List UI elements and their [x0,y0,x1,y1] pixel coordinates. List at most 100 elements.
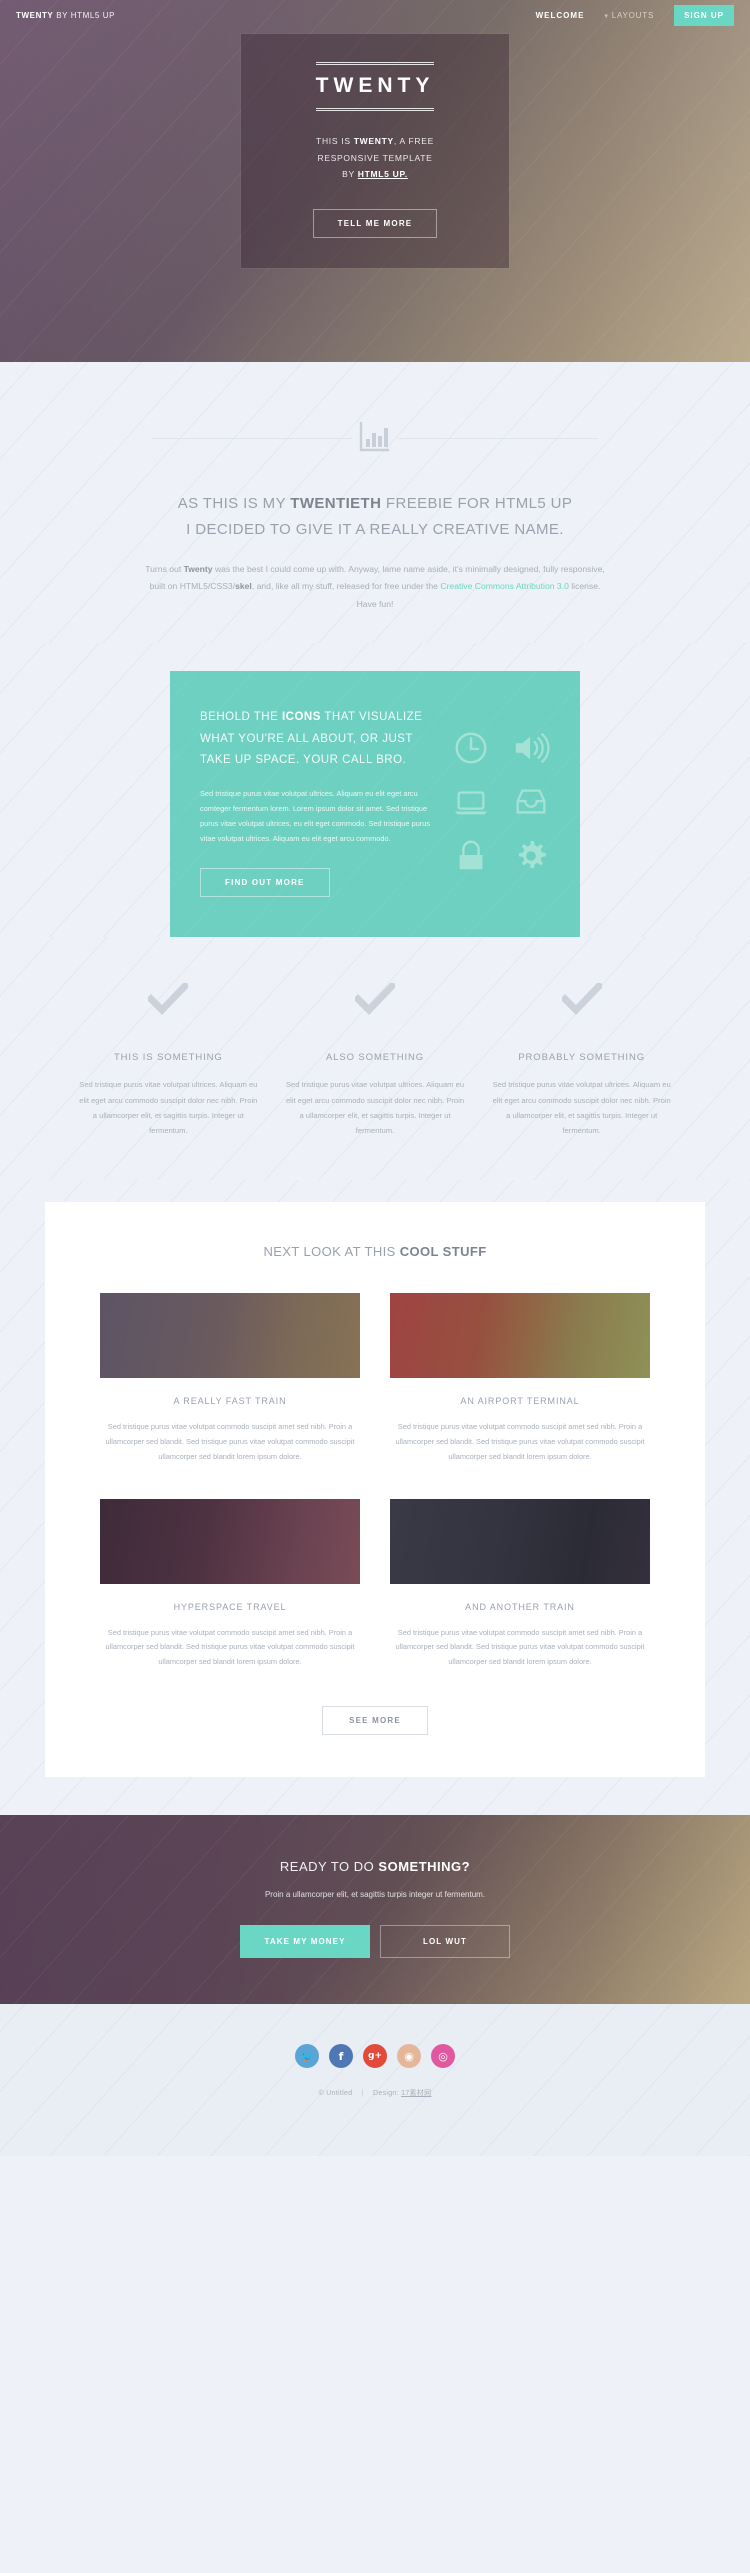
cc-license-link[interactable]: Creative Commons Attribution 3.0 [440,581,569,591]
feature-title: THIS IS SOMETHING [113,1052,223,1064]
gallery-thumbnail-train[interactable] [100,1293,360,1379]
chevron-down-icon: ▾ [604,12,609,20]
icon-grid [438,707,550,897]
volume-icon [512,729,550,767]
lead-c: , and, like all my stuff, released for f… [251,581,441,592]
hero-line1-pre: THIS IS [316,136,354,146]
google-plus-icon[interactable]: g+ [363,2044,387,2069]
intro-section: AS THIS IS MY TWENTIETH FREEBIE FOR HTML… [0,362,750,644]
cta-heading-strong: SOMETHING? [378,1859,471,1875]
cta-paragraph: Proin a ullamcorper elit, et sagittis tu… [264,1890,486,1900]
page-root: TWENTY BY HTML5 UP WELCOME ▾ LAYOUTS SIGN… [0,0,750,2157]
intro-heading-line2: I DECIDED TO GIVE IT A REALLY CREATIVE N… [186,520,564,538]
social-links: 🐦 f g+ ◉ ◎ [0,2044,750,2069]
design-credit-link[interactable]: 17素材网 [401,2090,431,2097]
gallery-item: A REALLY FAST TRAIN Sed tristique purus … [100,1293,360,1464]
gallery-item-text: Sed tristique purus vitae volutpat commo… [395,1627,645,1667]
logo-strong: TWENTY [16,10,54,20]
hero-panel: TWENTY THIS IS TWENTY, A FREE RESPONSIVE… [241,34,509,268]
cta-heading-pre: READY TO DO [279,1859,379,1875]
nav-welcome[interactable]: WELCOME [536,11,585,20]
feature-title: ALSO SOMETHING [325,1052,425,1064]
copyright-text: © Untitled [318,2090,353,2098]
feature-text: Sed tristique purus vitae volutpat ultri… [285,1080,465,1136]
header-hero-section: TWENTY BY HTML5 UP WELCOME ▾ LAYOUTS SIGN… [0,0,750,362]
feature-columns: THIS IS SOMETHING Sed tristique purus vi… [65,981,685,1138]
see-more-button[interactable]: SEE MORE [322,1706,428,1736]
gallery-item-text: Sed tristique purus vitae volutpat commo… [395,1422,645,1461]
features-section: THIS IS SOMETHING Sed tristique purus vi… [0,937,750,1181]
cta-heading: READY TO DO SOMETHING? [0,1859,750,1874]
cta-section: READY TO DO SOMETHING? Proin a ullamcorp… [0,1815,750,2005]
teal-heading: BEHOLD THE ICONS THAT VISUALIZE WHAT YOU… [200,707,438,771]
bar-chart-glyph [359,422,389,452]
gallery-item-title: AND ANOTHER TRAIN [465,1601,575,1612]
feature-column: ALSO SOMETHING Sed tristique purus vitae… [272,981,479,1138]
icons-feature-box: BEHOLD THE ICONS THAT VISUALIZE WHAT YOU… [170,671,580,938]
intro-heading-strong: TWENTIETH [290,495,382,512]
design-label: Design: [373,2090,402,2098]
gallery-item-title: A REALLY FAST TRAIN [173,1396,287,1407]
logo-normal: BY HTML5 UP [53,10,116,20]
intro-heading-post: FREEBIE FOR HTML5 UP [381,495,573,512]
hero-line2: RESPONSIVE TEMPLATE [317,152,433,163]
feature-text: Sed tristique purus vitae volutpat ultri… [79,1080,258,1136]
feature-text: Sed tristique purus vitae volutpat ultri… [492,1080,671,1136]
facebook-icon[interactable]: f [329,2044,353,2069]
gallery-panel: NEXT LOOK AT THIS COOL STUFF A REALLY FA… [45,1202,705,1778]
teal-section-wrapper: BEHOLD THE ICONS THAT VISUALIZE WHAT YOU… [0,643,750,938]
dribbble-icon[interactable]: ◎ [431,2044,455,2069]
inbox-icon [512,783,550,821]
gallery-thumbnail-airport[interactable] [390,1293,650,1379]
lead-strong-skel: skel [235,581,252,592]
gallery-thumbnail-hyperspace[interactable] [100,1498,360,1584]
teal-heading-pre: BEHOLD THE [200,711,282,724]
teal-heading-strong: ICONS [281,711,321,724]
feature-column: THIS IS SOMETHING Sed tristique purus vi… [65,981,272,1138]
laptop-icon [452,783,490,821]
gallery-heading: NEXT LOOK AT THIS COOL STUFF [100,1244,650,1259]
take-my-money-button[interactable]: TAKE MY MONEY [240,1925,370,1959]
tell-me-more-button[interactable]: TELL ME MORE [312,208,438,238]
bar-chart-icon [152,420,598,461]
hero-subtitle: THIS IS TWENTY, A FREE RESPONSIVE TEMPLA… [263,133,487,183]
github-icon[interactable]: ◉ [397,2044,421,2069]
gallery-heading-strong: COOL STUFF [399,1244,487,1260]
nav-layouts-label: LAYOUTS [611,10,655,20]
top-navbar: TWENTY BY HTML5 UP WELCOME ▾ LAYOUTS SIGN… [0,0,750,30]
gallery-item-title: AN AIRPORT TERMINAL [460,1396,580,1407]
lock-icon [452,837,490,875]
intro-heading-pre: AS THIS IS MY [177,495,291,512]
check-icon [492,981,671,1022]
hero-line3-pre: BY [342,169,358,180]
gallery-item: AN AIRPORT TERMINAL Sed tristique purus … [390,1293,650,1464]
hero-title: TWENTY [315,62,435,111]
rule-left [152,438,352,439]
site-logo[interactable]: TWENTY BY HTML5 UP [16,11,115,20]
cta-actions: TAKE MY MONEY LOL WUT [0,1925,750,1959]
hero-line1-post: , A FREE [393,136,434,146]
rule-right [398,438,598,439]
gallery-wrapper: NEXT LOOK AT THIS COOL STUFF A REALLY FA… [0,1180,750,1816]
lead-a: Turns out [145,563,184,574]
nav-links: WELCOME ▾ LAYOUTS SIGN UP [536,4,734,26]
check-icon [79,981,258,1022]
twitter-icon[interactable]: 🐦 [295,2044,319,2069]
nav-layouts[interactable]: ▾ LAYOUTS [604,11,654,20]
gallery-item-title: HYPERSPACE TRAVEL [173,1601,287,1612]
gallery-thumbnail-another-train[interactable] [390,1498,650,1584]
gallery-item: AND ANOTHER TRAIN Sed tristique purus vi… [390,1498,650,1670]
signup-button[interactable]: SIGN UP [674,4,734,26]
hero-line3-strong: HTML5 UP. [357,169,408,180]
hero-line1-strong: TWENTY [353,136,394,146]
gear-icon [512,837,550,875]
feature-title: PROBABLY SOMETHING [518,1052,646,1064]
lol-wut-button[interactable]: LOL WUT [380,1925,510,1959]
footer-section: 🐦 f g+ ◉ ◎ © Untitled | Design: 17素材网 [0,2004,750,2157]
find-out-more-button[interactable]: FIND OUT MORE [200,868,330,898]
check-icon [286,981,465,1022]
clock-icon [452,729,490,767]
gallery-item: HYPERSPACE TRAVEL Sed tristique purus vi… [100,1498,360,1670]
feature-column: PROBABLY SOMETHING Sed tristique purus v… [478,981,685,1138]
gallery-grid: A REALLY FAST TRAIN Sed tristique purus … [100,1293,650,1670]
